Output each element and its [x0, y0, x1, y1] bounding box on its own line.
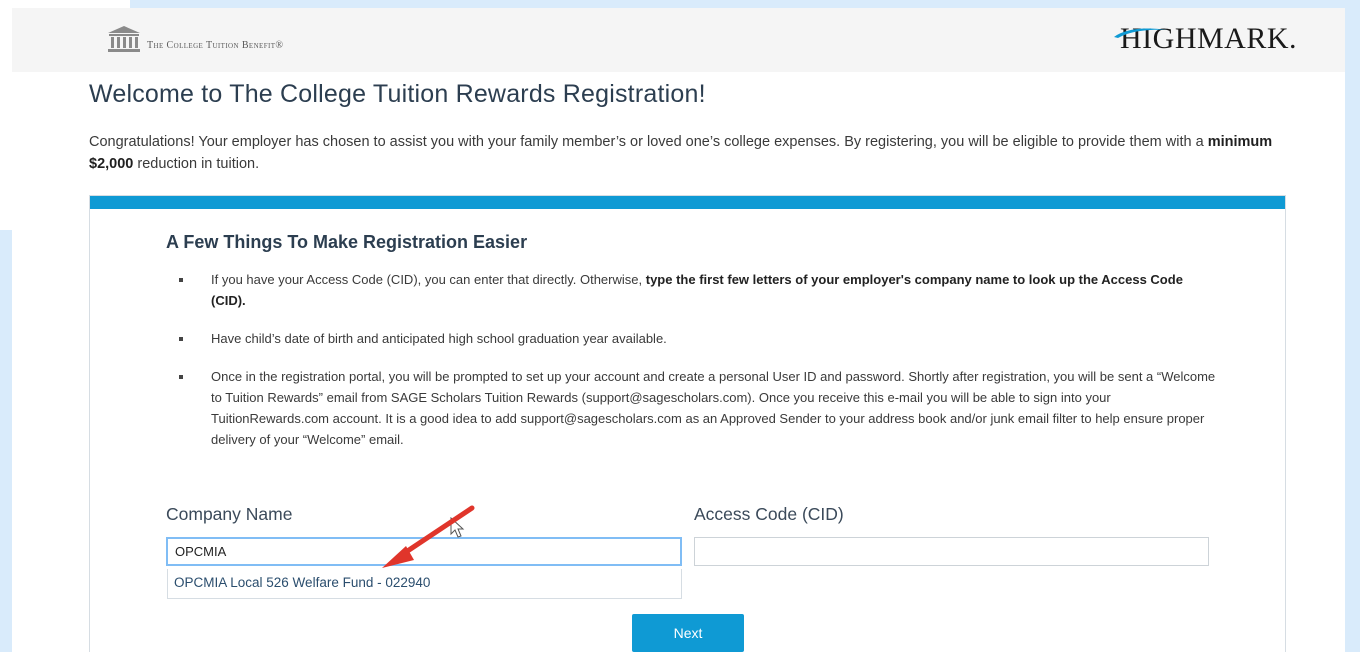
intro-paragraph: Congratulations! Your employer has chose… [89, 131, 1289, 175]
tip-text: Once in the registration portal, you wil… [211, 369, 1216, 447]
columns-building-icon [108, 26, 140, 52]
tip-text: Have child’s date of birth and anticipat… [211, 331, 667, 346]
intro-text-1: Congratulations! Your employer has chose… [89, 134, 1208, 150]
highmark-swoosh-icon [1114, 28, 1167, 38]
company-suggestion-item[interactable]: OPCMIA Local 526 Welfare Fund - 022940 [167, 569, 682, 599]
tip-item: If you have your Access Code (CID), you … [179, 269, 1219, 311]
next-button[interactable]: Next [632, 614, 744, 652]
tip-item: Once in the registration portal, you wil… [179, 366, 1219, 450]
tips-list: If you have your Access Code (CID), you … [179, 269, 1219, 467]
tip-text: If you have your Access Code (CID), you … [211, 272, 646, 287]
page-title: Welcome to The College Tuition Rewards R… [89, 80, 706, 108]
access-code-label: Access Code (CID) [694, 504, 844, 524]
top-edge-strip [130, 0, 1360, 8]
company-name-label: Company Name [166, 504, 293, 524]
right-edge-strip [1345, 0, 1360, 652]
tip-item: Have child’s date of birth and anticipat… [179, 328, 1219, 349]
registration-panel: A Few Things To Make Registration Easier… [89, 195, 1286, 652]
panel-heading: A Few Things To Make Registration Easier [166, 232, 528, 252]
site-header: The College Tuition Benefit® HIGHMARK. [12, 8, 1345, 72]
company-name-input[interactable] [166, 537, 682, 566]
intro-text-2: reduction in tuition. [133, 156, 260, 172]
college-tuition-benefit-logo[interactable]: The College Tuition Benefit® [107, 25, 283, 53]
college-tuition-benefit-text: The College Tuition Benefit® [147, 40, 284, 51]
access-code-input[interactable] [694, 537, 1209, 566]
panel-accent-bar [90, 196, 1285, 209]
left-edge-strip-top [0, 0, 12, 230]
highmark-logo[interactable]: HIGHMARK. [1114, 22, 1297, 56]
